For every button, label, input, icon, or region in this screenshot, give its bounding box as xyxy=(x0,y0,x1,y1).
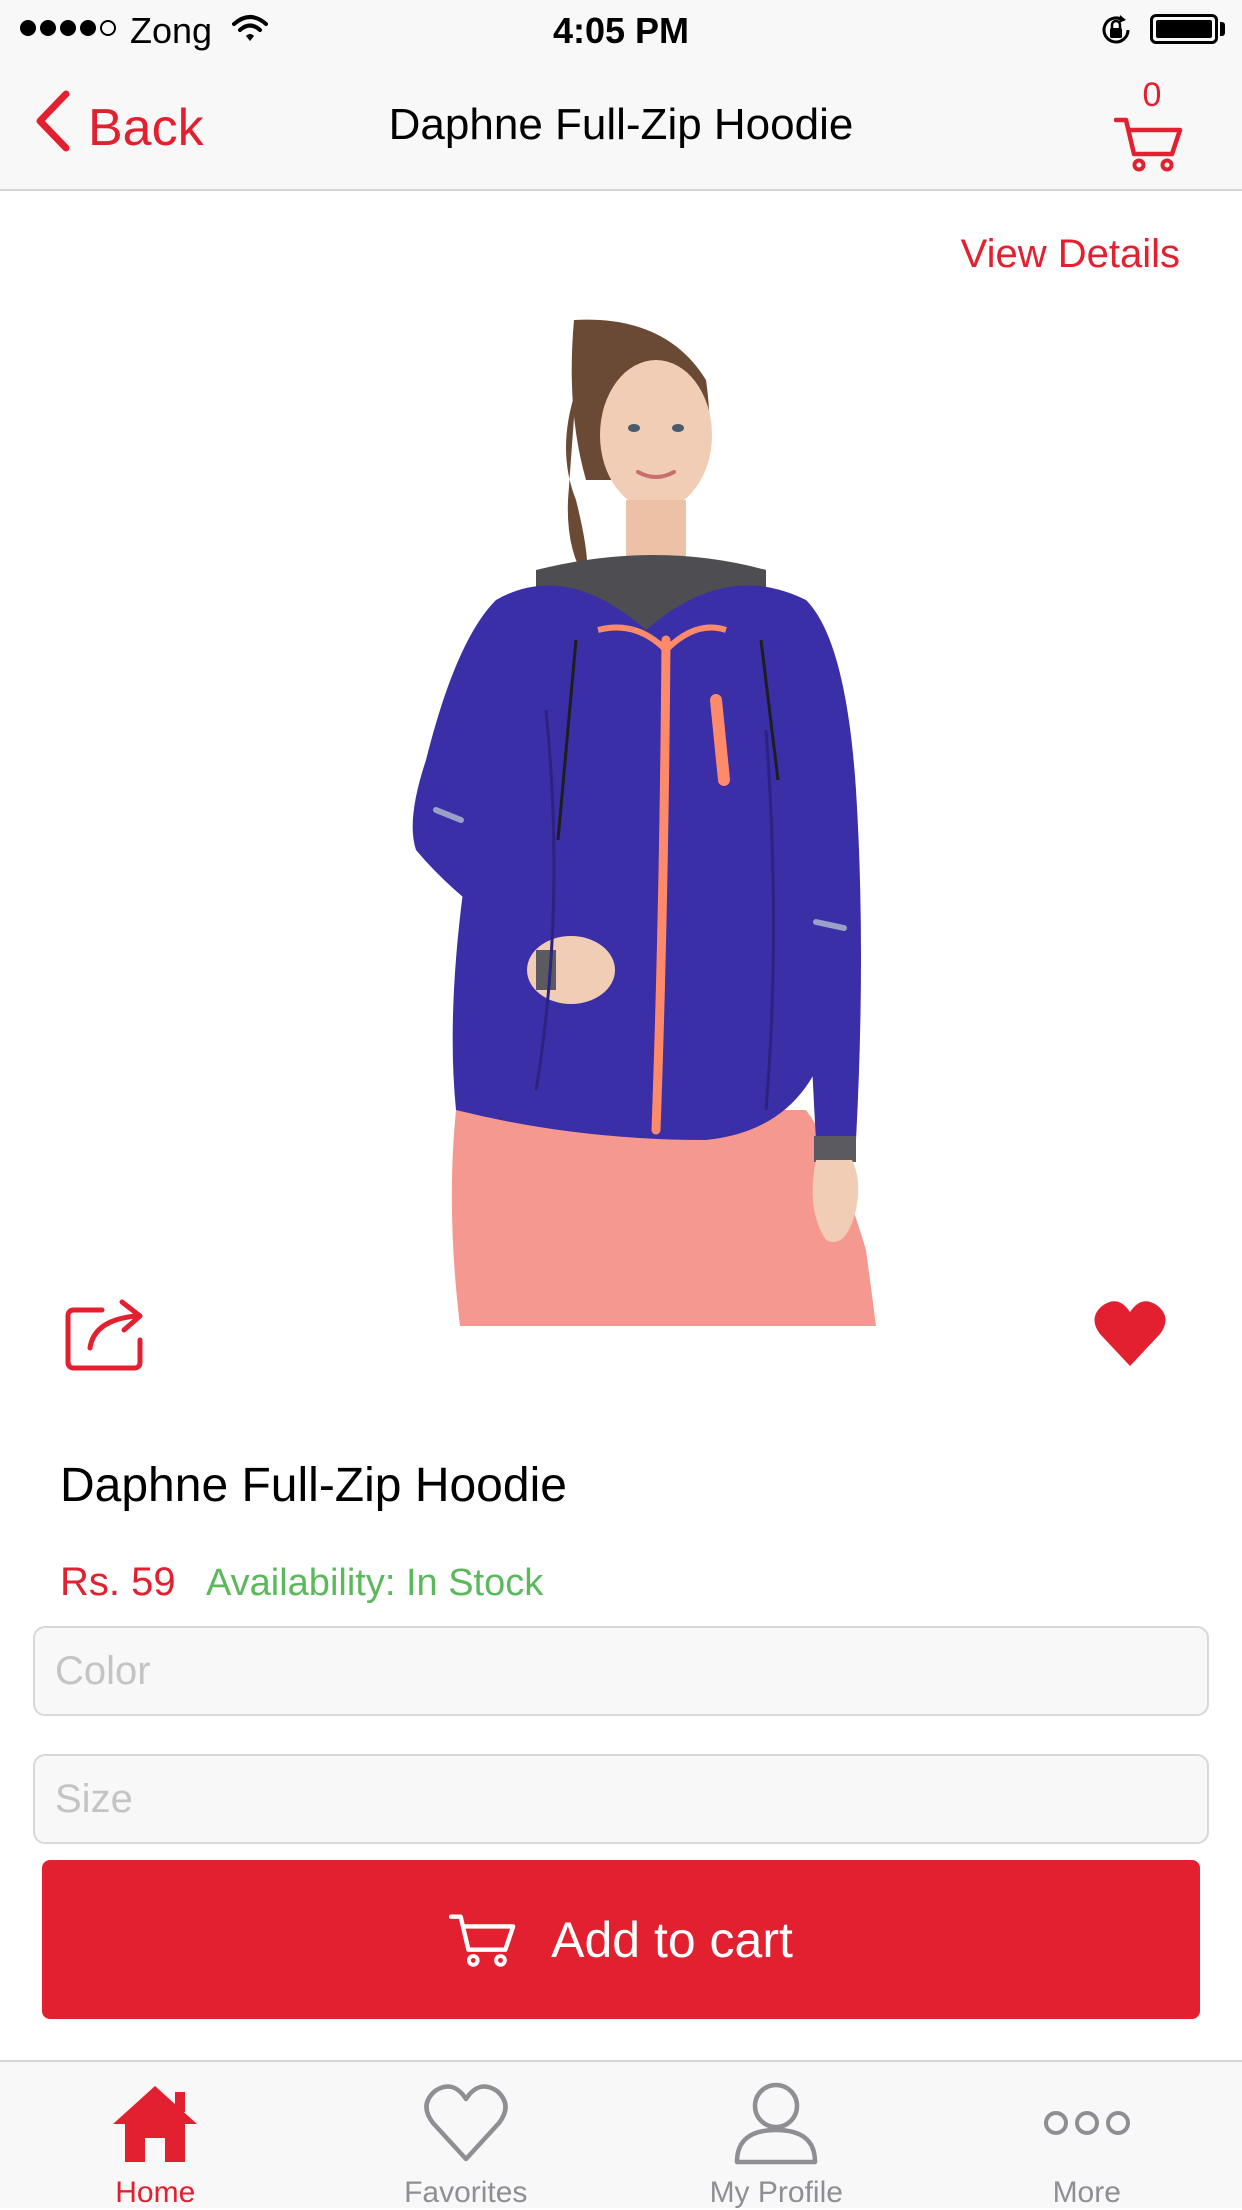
profile-icon xyxy=(621,2078,932,2168)
product-price: Rs. 59 xyxy=(60,1560,176,1605)
size-field[interactable] xyxy=(33,1754,1209,1844)
rotation-lock-icon xyxy=(1098,12,1134,53)
tab-home[interactable]: Home xyxy=(0,2062,311,2208)
page-title: Daphne Full-Zip Hoodie xyxy=(300,100,942,150)
add-to-cart-label: Add to cart xyxy=(551,1911,793,1969)
tab-label: Favorites xyxy=(311,2176,622,2210)
product-image xyxy=(246,310,876,1326)
color-field[interactable] xyxy=(33,1626,1209,1716)
status-time: 4:05 PM xyxy=(0,10,1242,52)
chevron-left-icon xyxy=(34,90,72,165)
cart-icon xyxy=(1114,116,1184,172)
tab-bar: Home Favorites My Profile More xyxy=(0,2060,1242,2208)
availability-status: Availability: In Stock xyxy=(206,1562,543,1605)
tab-favorites[interactable]: Favorites xyxy=(311,2062,622,2208)
battery-icon xyxy=(1150,14,1218,44)
tab-label: More xyxy=(932,2176,1242,2210)
navigation-bar: Back Daphne Full-Zip Hoodie 0 xyxy=(0,60,1242,191)
tab-more[interactable]: More xyxy=(932,2062,1242,2208)
cart-count-badge: 0 xyxy=(1108,76,1196,115)
status-bar: Zong 4:05 PM xyxy=(0,0,1242,60)
view-details-link[interactable]: View Details xyxy=(900,232,1180,277)
favorite-heart-icon[interactable] xyxy=(1092,1298,1168,1373)
add-to-cart-button[interactable]: Add to cart xyxy=(42,1860,1200,2019)
more-icon xyxy=(932,2078,1242,2168)
product-name: Daphne Full-Zip Hoodie xyxy=(60,1458,567,1513)
cart-button[interactable]: 0 xyxy=(1108,76,1188,176)
share-icon[interactable] xyxy=(64,1296,148,1377)
back-label: Back xyxy=(88,98,204,158)
cart-icon xyxy=(449,1912,517,1968)
tab-label: My Profile xyxy=(621,2176,932,2210)
tab-label: Home xyxy=(0,2176,311,2210)
home-icon xyxy=(0,2078,311,2168)
back-button[interactable]: Back xyxy=(34,90,204,165)
tab-my-profile[interactable]: My Profile xyxy=(621,2062,932,2208)
heart-outline-icon xyxy=(311,2078,622,2168)
